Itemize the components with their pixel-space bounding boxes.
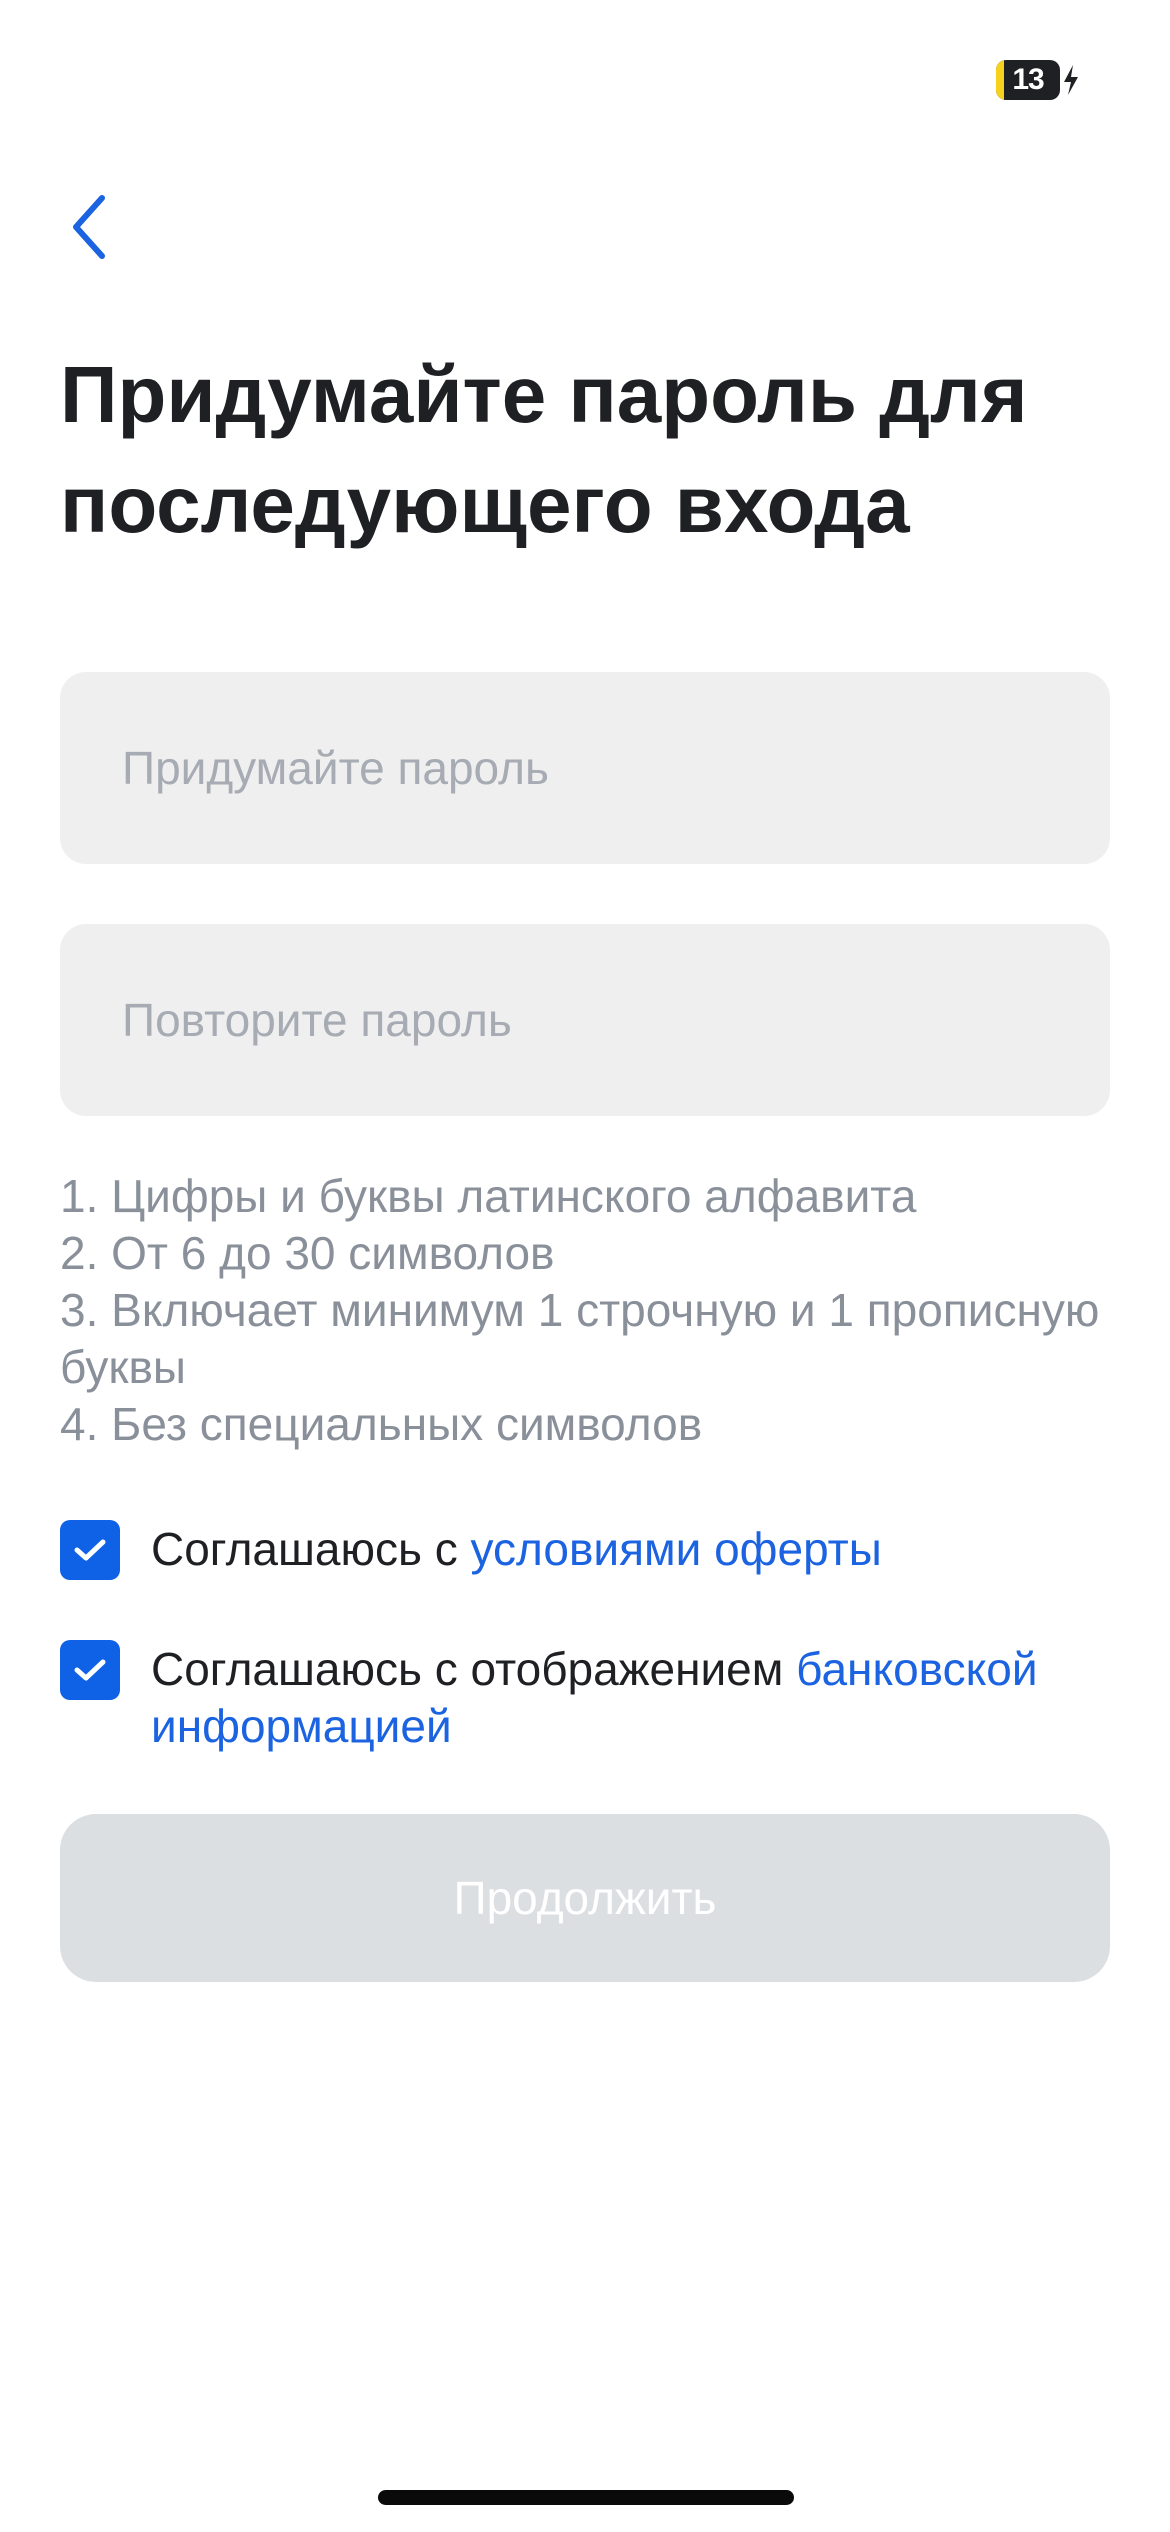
page-title: Придумайте пароль для последующего входа xyxy=(60,350,1028,549)
battery-level: 13 xyxy=(1012,63,1044,96)
password-requirements: 1. Цифры и буквы латинского алфавита 2. … xyxy=(60,1168,1110,1453)
battery-indicator: 13 xyxy=(996,58,1080,102)
back-button[interactable] xyxy=(58,182,118,272)
battery-fill xyxy=(996,60,1005,100)
agreement-bank-info-checkbox[interactable] xyxy=(60,1640,120,1700)
agreement-offer-text: Соглашаюсь с xyxy=(151,1523,471,1575)
home-indicator xyxy=(378,2490,794,2505)
agreement-bank-info-label: Соглашаюсь с отображением банковской инф… xyxy=(151,1641,1110,1755)
checkmark-icon xyxy=(74,1539,106,1561)
agreement-offer-checkbox[interactable] xyxy=(60,1520,120,1580)
agreement-bank-info-row: Соглашаюсь с отображением банковской инф… xyxy=(60,1640,1110,1755)
repeat-password-input[interactable] xyxy=(120,992,1050,1048)
agreement-offer-label: Соглашаюсь с условиями оферты xyxy=(151,1521,882,1578)
requirement-item: 4. Без специальных символов xyxy=(60,1398,703,1450)
chevron-left-icon xyxy=(73,195,105,259)
offer-terms-link[interactable]: условиями оферты xyxy=(471,1523,882,1575)
continue-button[interactable]: Продолжить xyxy=(60,1814,1110,1982)
agreement-bank-info-text: Соглашаюсь с отображением xyxy=(151,1643,797,1695)
repeat-password-field[interactable] xyxy=(60,924,1110,1116)
requirement-item: 3. Включает минимум 1 строчную и 1 пропи… xyxy=(60,1284,1100,1393)
password-field[interactable] xyxy=(60,672,1110,864)
agreement-offer-row: Соглашаюсь с условиями оферты xyxy=(60,1520,1110,1580)
requirement-item: 2. От 6 до 30 символов xyxy=(60,1227,555,1279)
checkmark-icon xyxy=(74,1659,106,1681)
battery-icon: 13 xyxy=(996,60,1060,100)
charging-bolt-icon xyxy=(1064,65,1078,95)
password-input[interactable] xyxy=(120,740,1050,796)
requirement-item: 1. Цифры и буквы латинского алфавита xyxy=(60,1170,917,1222)
